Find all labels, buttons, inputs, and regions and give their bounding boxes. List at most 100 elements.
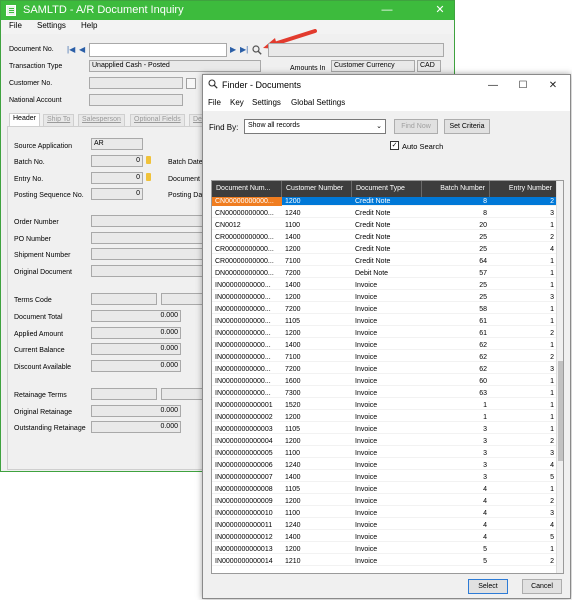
column-header-batch-number[interactable]: Batch Number <box>422 181 490 197</box>
table-row[interactable]: IN00000000000... 1600 Invoice 60 1 <box>212 377 557 386</box>
table-row[interactable]: IN0000000000002 1200 Invoice 1 1 <box>212 413 557 422</box>
table-row[interactable]: IN0000000000007 1400 Invoice 3 5 <box>212 473 557 482</box>
entry-number-cell: 3 <box>550 294 554 301</box>
select-button[interactable]: Select <box>468 579 508 594</box>
table-row[interactable]: IN0000000000008 1105 Invoice 4 1 <box>212 485 557 494</box>
table-row[interactable]: IN0000000000011 1240 Invoice 4 4 <box>212 521 557 530</box>
tab-header[interactable]: Header <box>9 113 40 127</box>
table-row[interactable]: IN00000000000... 1200 Invoice 25 3 <box>212 293 557 302</box>
batch-number-cell: 62 <box>479 366 487 373</box>
entry-number-cell: 2 <box>550 354 554 361</box>
next-record-icon[interactable]: ▶ <box>230 45 236 54</box>
customer-number-cell: 1200 <box>285 198 301 205</box>
entry-number-cell: 3 <box>550 510 554 517</box>
table-row[interactable]: IN0000000000006 1240 Invoice 3 4 <box>212 461 557 470</box>
table-row[interactable]: IN0000000000005 1100 Invoice 3 3 <box>212 449 557 458</box>
finder-menu-settings[interactable]: Settings <box>252 98 281 107</box>
minimize-button[interactable]: — <box>374 2 400 19</box>
customer-number-cell: 1105 <box>285 486 301 493</box>
table-row[interactable]: IN00000000000... 1105 Invoice 61 1 <box>212 317 557 326</box>
table-row[interactable]: IN0000000000001 1520 Invoice 1 1 <box>212 401 557 410</box>
table-row[interactable]: IN0000000000012 1400 Invoice 4 5 <box>212 533 557 542</box>
finder-close-button[interactable]: ✕ <box>540 77 566 95</box>
terms-code-field <box>91 293 157 305</box>
entry-number-cell: 2 <box>550 438 554 445</box>
table-row[interactable]: IN0000000000014 1210 Invoice 5 2 <box>212 557 557 566</box>
menu-settings[interactable]: Settings <box>37 21 66 30</box>
menu-help[interactable]: Help <box>81 21 97 30</box>
find-by-select[interactable]: Show all records ⌄ <box>244 119 386 134</box>
column-header-entry-number[interactable]: Entry Number <box>490 181 557 197</box>
grid-vertical-scrollbar[interactable] <box>556 181 563 573</box>
first-record-icon[interactable]: |◀ <box>67 45 75 54</box>
close-button[interactable]: ✕ <box>427 2 453 19</box>
document-type-cell: Invoice <box>355 426 378 433</box>
entry-number-cell: 1 <box>550 390 554 397</box>
entry-number-cell: 1 <box>550 282 554 289</box>
document-type-cell: Invoice <box>355 354 378 361</box>
table-row[interactable]: IN00000000000... 7300 Invoice 63 1 <box>212 389 557 398</box>
auto-search-checkbox[interactable]: ✓ <box>390 141 399 150</box>
document-number-cell: IN0000000000005 <box>215 450 273 457</box>
document-type-cell: Credit Note <box>355 234 391 241</box>
entry-number-cell: 4 <box>550 246 554 253</box>
table-row[interactable]: IN00000000000... 1200 Invoice 61 2 <box>212 329 557 338</box>
finder-documents-window: Finder - Documents — ☐ ✕ File Key Settin… <box>202 74 571 599</box>
table-row[interactable]: DN00000000000... 7200 Debit Note 57 1 <box>212 269 557 278</box>
document-no-field[interactable] <box>89 43 227 57</box>
table-row[interactable]: IN00000000000... 7200 Invoice 62 3 <box>212 365 557 374</box>
retainage-terms-label: Retainage Terms <box>14 392 67 399</box>
document-type-cell: Invoice <box>355 534 378 541</box>
table-row[interactable]: IN00000000000... 7200 Invoice 58 1 <box>212 305 557 314</box>
finder-menu-key[interactable]: Key <box>230 98 244 107</box>
finder-menu-global-settings[interactable]: Global Settings <box>291 98 345 107</box>
table-row[interactable]: IN0000000000003 1105 Invoice 3 1 <box>212 425 557 434</box>
finder-menu-file[interactable]: File <box>208 98 221 107</box>
table-row[interactable]: CR00000000000... 1200 Credit Note 25 4 <box>212 245 557 254</box>
last-record-icon[interactable]: ▶| <box>240 45 248 54</box>
table-row[interactable]: CN00000000000... 1240 Credit Note 8 3 <box>212 209 557 218</box>
column-header-customer-number[interactable]: Customer Number <box>282 181 352 197</box>
table-row[interactable]: IN00000000000... 1400 Invoice 25 1 <box>212 281 557 290</box>
document-number-cell: CR00000000000... <box>215 234 274 241</box>
scrollbar-thumb[interactable] <box>558 361 563 461</box>
batch-no-field: 0 <box>91 155 143 167</box>
table-row[interactable]: IN0000000000013 1200 Invoice 5 1 <box>212 545 557 554</box>
previous-record-icon[interactable]: ◀ <box>79 45 85 54</box>
table-row[interactable]: IN0000000000009 1200 Invoice 4 2 <box>212 497 557 506</box>
document-type-cell: Invoice <box>355 390 378 397</box>
set-criteria-button[interactable]: Set Criteria <box>444 119 490 134</box>
column-header-document-type[interactable]: Document Type <box>352 181 422 197</box>
document-date-label: Document <box>168 176 200 183</box>
customer-number-cell: 7200 <box>285 306 301 313</box>
batch-zoom-icon[interactable] <box>146 156 151 164</box>
batch-number-cell: 3 <box>483 474 487 481</box>
table-row[interactable]: IN0000000000010 1100 Invoice 4 3 <box>212 509 557 518</box>
find-now-button[interactable]: Find Now <box>394 119 438 134</box>
posting-date-label: Posting Da <box>168 192 203 199</box>
chevron-down-icon: ⌄ <box>376 123 382 130</box>
table-row[interactable]: IN00000000000... 7100 Invoice 62 2 <box>212 353 557 362</box>
cancel-button[interactable]: Cancel <box>522 579 562 594</box>
customer-zoom-icon[interactable] <box>186 78 196 89</box>
table-row[interactable]: CR00000000000... 7100 Credit Note 64 1 <box>212 257 557 266</box>
table-row[interactable]: CN00000000000... 1200 Credit Note 8 2 <box>212 197 557 206</box>
current-balance-label: Current Balance <box>14 347 65 354</box>
table-row[interactable]: IN0000000000004 1200 Invoice 3 2 <box>212 437 557 446</box>
national-account-label: National Account <box>9 97 62 104</box>
document-type-cell: Invoice <box>355 438 378 445</box>
customer-number-cell: 1200 <box>285 438 301 445</box>
menu-file[interactable]: File <box>9 21 22 30</box>
document-number-cell: IN0000000000007 <box>215 474 273 481</box>
finder-maximize-button[interactable]: ☐ <box>510 77 536 95</box>
batch-number-cell: 8 <box>483 210 487 217</box>
finder-minimize-button[interactable]: — <box>480 77 506 95</box>
column-header-document-number[interactable]: Document Num... <box>212 181 282 197</box>
table-row[interactable]: CN0012 1100 Credit Note 20 1 <box>212 221 557 230</box>
table-row[interactable]: CR00000000000... 1400 Credit Note 25 2 <box>212 233 557 242</box>
table-row[interactable]: IN00000000000... 1400 Invoice 62 1 <box>212 341 557 350</box>
entry-zoom-icon[interactable] <box>146 173 151 181</box>
entry-number-cell: 1 <box>550 414 554 421</box>
entry-number-cell: 1 <box>550 546 554 553</box>
document-type-cell: Invoice <box>355 378 378 385</box>
